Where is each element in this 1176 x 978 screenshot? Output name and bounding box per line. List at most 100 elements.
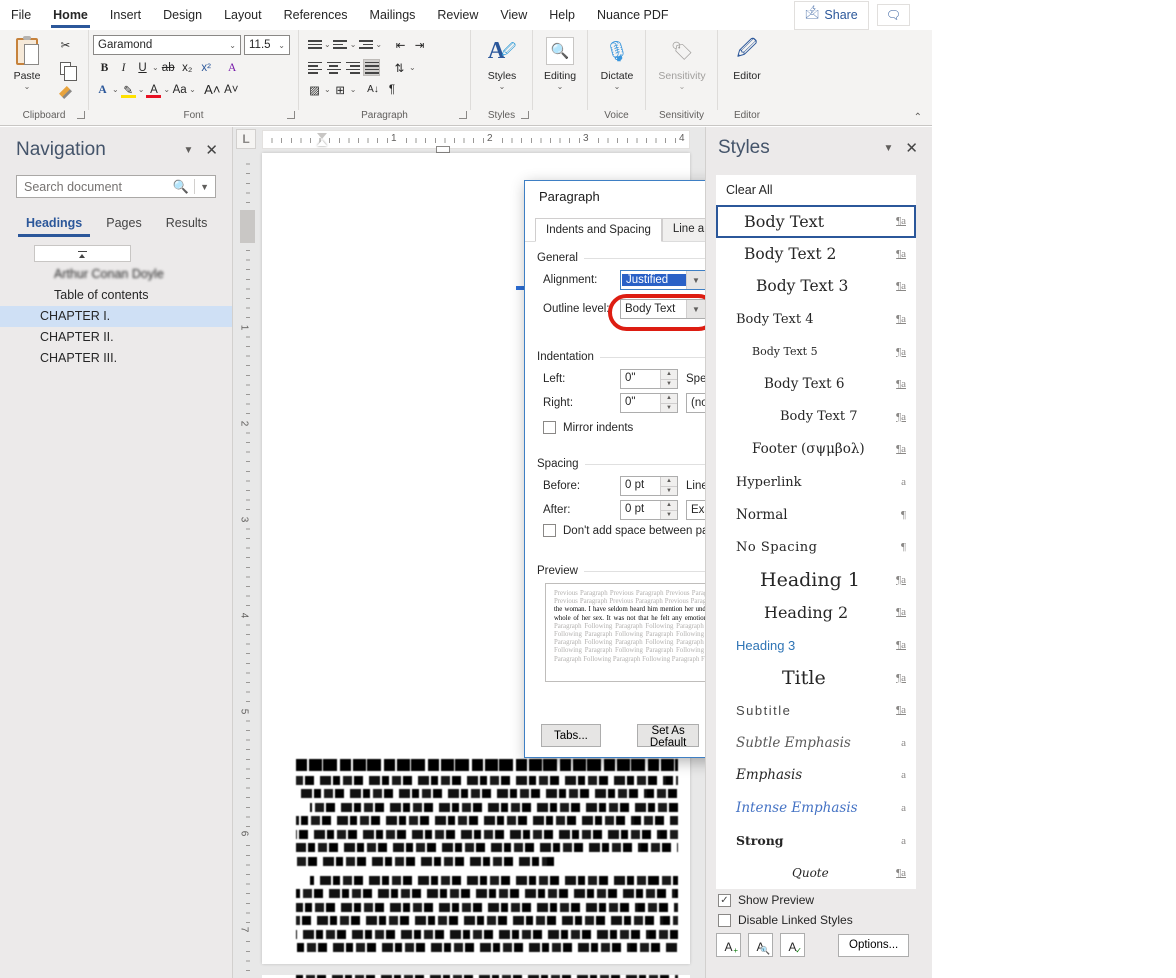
style-quote[interactable]: Quote¶a xyxy=(716,857,916,889)
search-icon[interactable]: 🔍 xyxy=(173,179,189,195)
editor-button[interactable]: 🖉 Editor xyxy=(722,34,772,82)
tab-file[interactable]: File xyxy=(0,0,42,30)
tab-design[interactable]: Design xyxy=(152,0,213,30)
text-effects-dropdown[interactable]: ⌄ xyxy=(112,85,119,94)
align-right-icon[interactable] xyxy=(344,59,361,76)
navigation-pane-dropdown-icon[interactable]: ▼ xyxy=(172,145,206,156)
disable-linked-styles-checkbox[interactable]: Disable Linked Styles xyxy=(718,913,926,927)
mirror-indents-checkbox[interactable]: Mirror indents xyxy=(543,421,633,434)
collapse-ribbon-icon[interactable]: ⌃ xyxy=(914,112,922,123)
first-line-indent-marker[interactable] xyxy=(317,133,327,139)
line-spacing-dropdown[interactable]: ⌄ xyxy=(409,63,416,72)
font-size-combo[interactable]: 11.5⌄ xyxy=(244,35,290,55)
tab-layout[interactable]: Layout xyxy=(213,0,273,30)
bullets-icon[interactable] xyxy=(306,36,323,53)
tab-references[interactable]: References xyxy=(273,0,359,30)
text-effects-icon[interactable]: A xyxy=(94,81,111,98)
special-combo[interactable]: (none)▼ xyxy=(686,393,705,413)
tabs-button[interactable]: Tabs... xyxy=(541,724,601,747)
nav-tab-headings[interactable]: Headings xyxy=(16,212,92,237)
style-no-spacing[interactable]: No Spacing¶ xyxy=(716,531,916,564)
italic-icon[interactable]: I xyxy=(115,59,132,76)
style-subtle-emphasis[interactable]: Subtle Emphasisa xyxy=(716,727,916,760)
style-normal[interactable]: Normal¶ xyxy=(716,498,916,531)
align-left-icon[interactable] xyxy=(306,59,323,76)
change-case-icon[interactable]: Aa xyxy=(171,81,188,98)
superscript-icon[interactable]: x² xyxy=(198,59,215,76)
font-name-combo[interactable]: Garamond⌄ xyxy=(93,35,241,55)
clear-formatting-icon[interactable]: A xyxy=(224,59,241,76)
nav-tab-results[interactable]: Results xyxy=(156,212,218,237)
highlight-dropdown[interactable]: ⌄ xyxy=(138,85,145,94)
underline-dropdown[interactable]: ⌄ xyxy=(152,63,159,72)
new-style-button[interactable]: A+ xyxy=(716,933,741,957)
line-spacing-combo[interactable]: Exactly▼ xyxy=(686,500,705,520)
justify-icon[interactable] xyxy=(363,59,380,76)
tab-review[interactable]: Review xyxy=(426,0,489,30)
align-center-icon[interactable] xyxy=(325,59,342,76)
left-indent-spinner[interactable]: 0"▲▼ xyxy=(620,369,678,389)
tab-mailings[interactable]: Mailings xyxy=(359,0,427,30)
show-preview-checkbox[interactable]: ✓Show Preview xyxy=(718,893,926,907)
numbering-dropdown[interactable]: ⌄ xyxy=(350,40,357,49)
cut-icon[interactable]: ✂ xyxy=(57,36,74,53)
nav-heading-chapter-1[interactable]: CHAPTER I. xyxy=(0,306,232,327)
before-spinner[interactable]: 0 pt▲▼ xyxy=(620,476,678,496)
font-color-icon[interactable]: A xyxy=(145,81,162,98)
strikethrough-icon[interactable]: ab xyxy=(160,59,177,76)
style-subtitle[interactable]: Subtitle¶a xyxy=(716,694,916,727)
bullets-dropdown[interactable]: ⌄ xyxy=(324,40,331,49)
copy-icon[interactable] xyxy=(57,60,74,77)
style-body-text-5[interactable]: Body Text 5¶a xyxy=(716,335,916,368)
paste-button[interactable]: Paste⌄ xyxy=(2,34,52,91)
styles-pane-close-icon[interactable]: ✕ xyxy=(905,139,918,157)
decrease-indent-icon[interactable]: ⇤ xyxy=(392,36,409,53)
shading-icon[interactable]: ▨ xyxy=(306,81,323,98)
dont-add-space-checkbox[interactable]: Don't add space between paragraphs of th… xyxy=(543,524,705,537)
style-heading-1[interactable]: Heading 1¶a xyxy=(716,564,916,597)
line-spacing-icon[interactable]: ⇅ xyxy=(391,59,408,76)
shading-dropdown[interactable]: ⌄ xyxy=(324,85,331,94)
tab-line-and-page-breaks[interactable]: Line and Page Breaks xyxy=(662,218,705,242)
tab-insert[interactable]: Insert xyxy=(99,0,152,30)
styles-button[interactable]: A🖉 Styles⌄ xyxy=(477,34,527,91)
navigation-pane-close-icon[interactable]: ✕ xyxy=(205,141,218,159)
sort-icon[interactable]: A↓ xyxy=(364,81,381,98)
style-title[interactable]: Title¶a xyxy=(716,661,916,694)
paragraph-dialog-launcher[interactable] xyxy=(459,111,467,119)
search-input[interactable]: Search document 🔍 ▼ xyxy=(16,175,216,198)
nav-tab-pages[interactable]: Pages xyxy=(96,212,151,237)
style-body-text-7[interactable]: Body Text 7¶a xyxy=(716,401,916,434)
style-hyperlink[interactable]: Hyperlinka xyxy=(716,466,916,499)
bold-icon[interactable]: B xyxy=(96,59,113,76)
font-color-dropdown[interactable]: ⌄ xyxy=(163,85,170,94)
dictate-button[interactable]: 🎙 Dictate⌄ xyxy=(592,34,642,91)
style-strong[interactable]: Stronga xyxy=(716,824,916,857)
style-body-text-6[interactable]: Body Text 6¶a xyxy=(716,368,916,401)
subscript-icon[interactable]: x₂ xyxy=(179,59,196,76)
search-dropdown-icon[interactable]: ▼ xyxy=(200,182,209,192)
vertical-ruler[interactable]: 1 2 3 4 5 6 7 xyxy=(240,155,255,978)
tab-view[interactable]: View xyxy=(489,0,538,30)
nav-heading-chapter-3[interactable]: CHAPTER III. xyxy=(0,348,232,369)
clear-all-item[interactable]: Clear All xyxy=(716,175,916,205)
font-dialog-launcher[interactable] xyxy=(287,111,295,119)
horizontal-ruler[interactable]: 1 2 3 4 xyxy=(262,130,690,149)
manage-styles-button[interactable]: A✓ xyxy=(780,933,805,957)
nav-heading-chapter-2[interactable]: CHAPTER II. xyxy=(0,327,232,348)
dialog-titlebar[interactable]: Paragraph ? ✕ xyxy=(525,181,705,211)
shrink-font-icon[interactable]: A˅ xyxy=(223,81,240,98)
style-intense-emphasis[interactable]: Intense Emphasisa xyxy=(716,792,916,825)
numbering-icon[interactable] xyxy=(332,36,349,53)
style-body-text-2[interactable]: Body Text 2¶a xyxy=(716,238,916,271)
tab-home[interactable]: Home xyxy=(42,0,99,30)
tab-help[interactable]: Help xyxy=(538,0,586,30)
style-body-text[interactable]: Body Text¶a xyxy=(716,205,916,238)
change-case-dropdown[interactable]: ⌄ xyxy=(189,85,196,94)
multilevel-list-icon[interactable] xyxy=(357,36,374,53)
borders-icon[interactable]: ⊞ xyxy=(332,81,349,98)
tab-stop-selector[interactable]: L xyxy=(236,129,256,149)
multilevel-dropdown[interactable]: ⌄ xyxy=(375,40,382,49)
nav-heading-author[interactable]: Arthur Conan Doyle xyxy=(0,264,232,285)
styles-dialog-launcher[interactable] xyxy=(521,111,529,119)
